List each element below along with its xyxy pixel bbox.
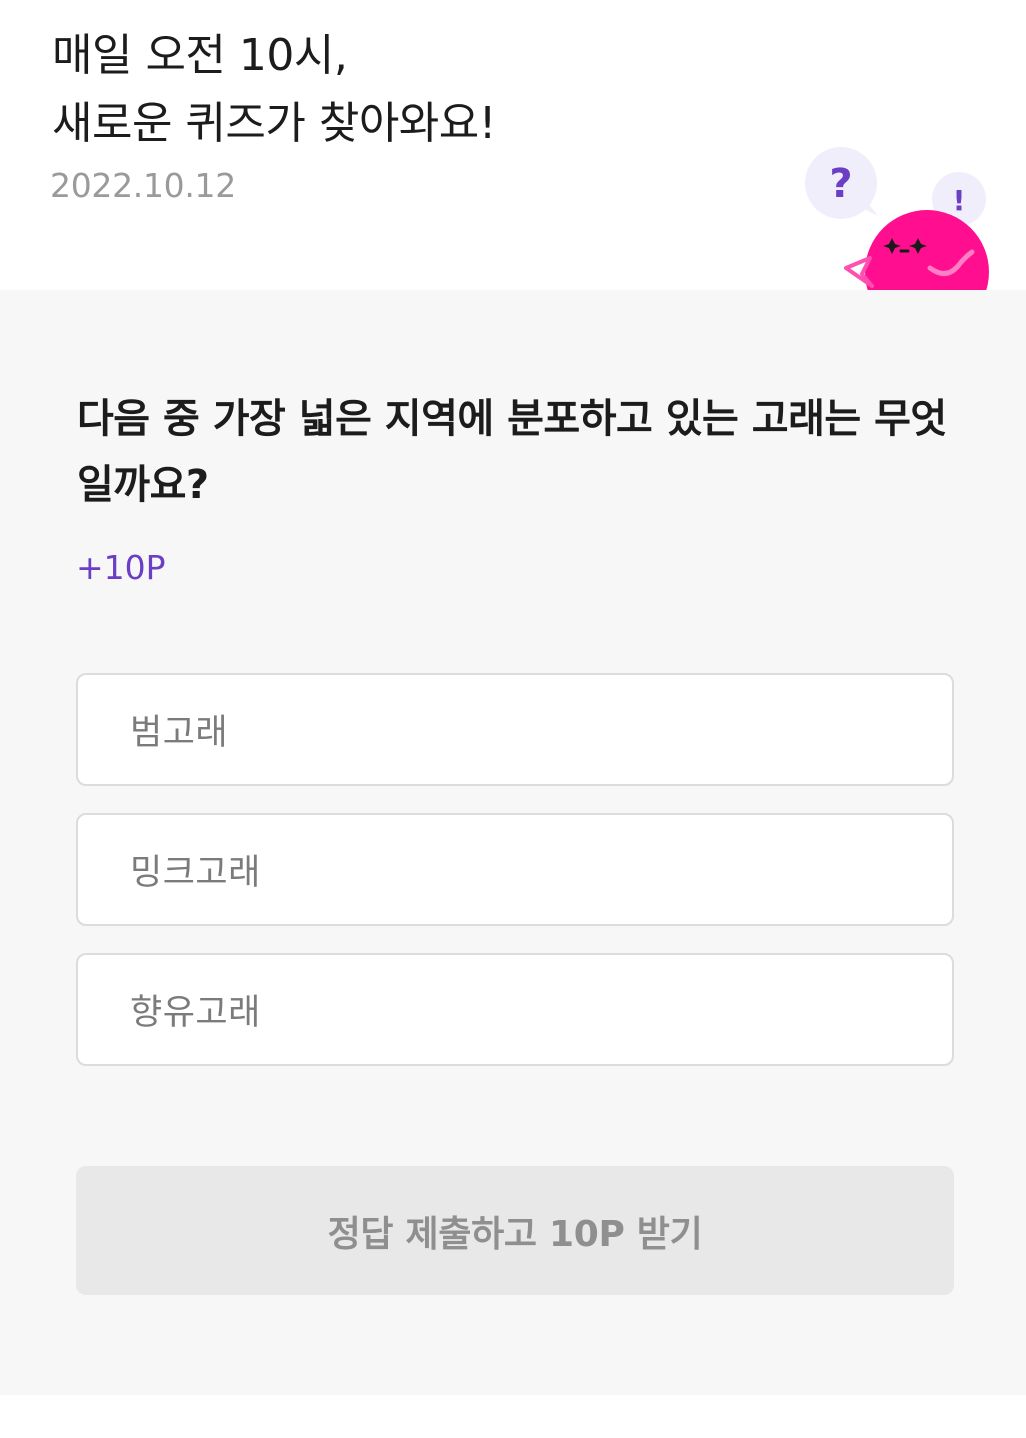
answer-option-label: 향유고래 [130, 993, 261, 1033]
answer-option[interactable]: 향유고래 [76, 953, 954, 1066]
headline-line-1: 매일 오전 10시, [52, 30, 348, 81]
quiz-question: 다음 중 가장 넓은 지역에 분포하고 있는 고래는 무엇일까요? [77, 396, 947, 508]
quiz-section: 다음 중 가장 넓은 지역에 분포하고 있는 고래는 무엇일까요? +10P 범… [0, 290, 1026, 1395]
quiz-header: 매일 오전 10시, 새로운 퀴즈가 찾아와요! 2022.10.12 ? ! [0, 0, 1026, 290]
exclamation-mark-icon: ! [953, 184, 966, 217]
question-mark-icon: ? [829, 161, 852, 207]
answer-options: 범고래 밍크고래 향유고래 [76, 673, 954, 1093]
submit-answer-button[interactable]: 정답 제출하고 10P 받기 [76, 1166, 954, 1295]
answer-option[interactable]: 밍크고래 [76, 813, 954, 926]
mascot-illustration: ? ! [805, 147, 989, 290]
answer-option-label: 범고래 [130, 713, 229, 753]
headline: 매일 오전 10시, 새로운 퀴즈가 찾아와요! [52, 22, 496, 158]
headline-line-2: 새로운 퀴즈가 찾아와요! [52, 98, 496, 149]
answer-option-label: 밍크고래 [130, 853, 261, 893]
bottom-spacer [0, 1395, 1026, 1438]
question-bubble-icon: ? [805, 147, 878, 219]
reward-points: +10P [76, 548, 166, 587]
quiz-date: 2022.10.12 [50, 166, 236, 205]
answer-option[interactable]: 범고래 [76, 673, 954, 786]
